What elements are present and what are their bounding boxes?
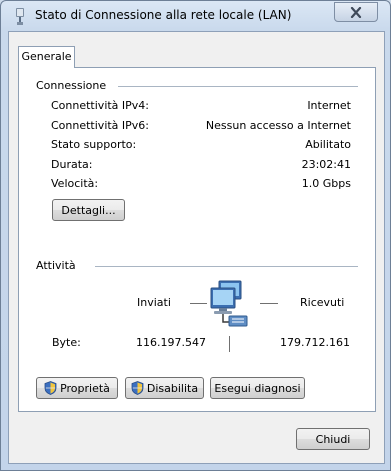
received-label: Ricevuti [300, 296, 345, 309]
network-connection-icon [16, 8, 24, 25]
received-connector-line [260, 303, 278, 304]
bytes-received-value: 179.712.161 [280, 336, 350, 349]
connection-group-line [118, 86, 358, 87]
properties-button[interactable]: Proprietà [36, 377, 118, 399]
speed-value: 1.0 Gbps [301, 177, 351, 190]
ipv6-value: Nessun accesso a Internet [205, 119, 351, 132]
media-state-value: Abilitato [305, 138, 351, 151]
window-title: Stato di Connessione alla rete locale (L… [35, 8, 292, 22]
tab-panel-generale: Connessione Connettività IPv4: Internet … [18, 67, 376, 412]
close-button[interactable]: Chiudi [296, 428, 370, 450]
details-button[interactable]: Dettagli... [52, 199, 125, 221]
bytes-label: Byte: [52, 336, 81, 349]
bytes-sent-value: 116.197.547 [136, 336, 206, 349]
ipv4-label: Connettività IPv4: [51, 99, 150, 112]
activity-group-title: Attività [36, 259, 80, 272]
disable-button-label: Disabilita [146, 381, 199, 395]
media-state-label: Stato supporto: [51, 138, 137, 151]
ipv4-value: Internet [307, 99, 351, 112]
connection-group-title: Connessione [36, 79, 111, 92]
close-window-button[interactable] [334, 2, 378, 22]
uac-shield-icon [44, 381, 57, 395]
activity-group-line [95, 266, 358, 267]
tab-generale[interactable]: Generale [18, 46, 75, 68]
close-x-icon [350, 6, 362, 18]
disable-button[interactable]: Disabilita [125, 377, 204, 399]
duration-label: Durata: [51, 158, 93, 171]
network-computers-icon [210, 280, 248, 327]
diagnose-button[interactable]: Esegui diagnosi [210, 377, 305, 399]
uac-shield-icon [131, 381, 144, 395]
duration-value: 23:02:41 [301, 158, 351, 171]
ipv6-label: Connettività IPv6: [51, 119, 150, 132]
sent-label: Inviati [137, 296, 171, 309]
title-bar[interactable]: Stato di Connessione alla rete locale (L… [1, 1, 390, 31]
properties-button-label: Proprietà [60, 381, 110, 395]
dialog-client-area: Generale Connessione Connettività IPv4: … [8, 31, 385, 464]
speed-label: Velocità: [51, 177, 99, 190]
bytes-divider [229, 336, 230, 352]
dialog-window: Stato di Connessione alla rete locale (L… [0, 0, 391, 471]
